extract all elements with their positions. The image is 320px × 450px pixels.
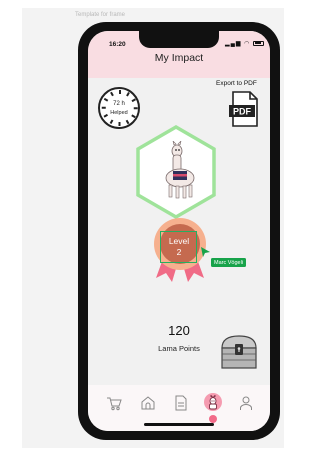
home-indicator: [144, 423, 214, 426]
active-tab-dot: [209, 415, 217, 423]
wifi-icon: ◠: [244, 41, 251, 47]
page-title: My Impact: [154, 52, 204, 64]
helped-hours: 72 h: [113, 101, 125, 107]
pdf-icon[interactable]: PDF: [228, 91, 260, 127]
status-icons: ▂▄▆ ◠: [225, 40, 265, 47]
signal-icon: ▂▄▆: [225, 41, 242, 47]
header: 16:20 ▂▄▆ ◠ My Impact: [88, 31, 270, 78]
battery-icon: [253, 40, 265, 46]
status-time: 16:20: [109, 41, 126, 48]
tab-profile[interactable]: [238, 395, 254, 411]
clock-icon: 72 h Helped: [98, 87, 140, 129]
treasure-chest-icon[interactable]: [219, 334, 259, 370]
document-icon: [175, 395, 187, 411]
home-icon: [141, 396, 155, 410]
cursor-icon: [201, 247, 210, 257]
app-screen: 16:20 ▂▄▆ ◠ My Impact 72 h Helped Export…: [88, 31, 270, 431]
points-value: 120: [168, 323, 190, 338]
cart-icon: [107, 397, 122, 411]
frame-label: Template for frame: [75, 12, 126, 18]
selection-box: [160, 231, 197, 263]
collaborator-tag: Marc Vögeli: [211, 258, 247, 267]
tab-llama[interactable]: [205, 394, 221, 411]
llama-icon: [209, 394, 217, 410]
helped-label: Helped: [110, 110, 128, 116]
person-icon: [240, 396, 252, 410]
tab-cart[interactable]: [106, 395, 122, 411]
tab-document[interactable]: [173, 395, 189, 411]
points-label: Lama Points: [158, 344, 200, 353]
llama-icon: [165, 141, 195, 199]
export-pdf-label[interactable]: Export to PDF: [216, 80, 257, 87]
tab-home[interactable]: [140, 395, 156, 411]
pdf-icon-text: PDF: [233, 107, 252, 117]
notch: [139, 31, 219, 48]
